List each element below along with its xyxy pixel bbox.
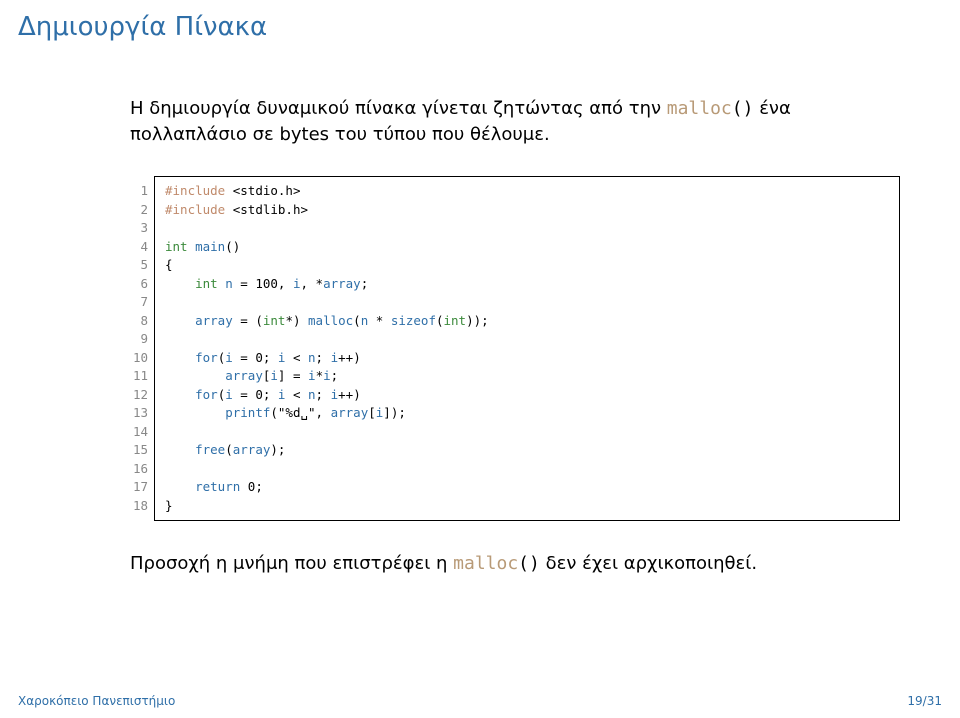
footer: Χαροκόπειο Πανεπιστήμιο 19/31 [0,694,960,708]
outro-malloc: malloc [453,553,518,574]
outro-text: Προσοχή η μνήμη που επιστρέφει η malloc(… [130,551,900,577]
intro-part1: Η δημιουργία δυναμικού πίνακα γίνεται ζη… [130,98,667,119]
line-numbers: 1 2 3 4 5 6 7 8 9 10 11 12 13 14 15 16 1… [130,176,154,521]
footer-left: Χαροκόπειο Πανεπιστήμιο [18,694,175,708]
footer-right: 19/31 [907,694,942,708]
outro-part2: δεν έχει αρχικοποιηθεί. [540,553,757,574]
slide-content: Η δημιουργία δυναμικού πίνακα γίνεται ζη… [0,96,960,577]
slide-title: Δημιουργία Πίνακα [0,12,960,42]
intro-parens: () [732,98,754,119]
outro-part1: Προσοχή η μνήμη που επιστρέφει η [130,553,453,574]
code-listing: #include <stdio.h> #include <stdlib.h> i… [154,176,900,521]
intro-malloc: malloc [667,98,732,119]
outro-parens: () [518,553,540,574]
slide: Δημιουργία Πίνακα Η δημιουργία δυναμικού… [0,0,960,718]
intro-text: Η δημιουργία δυναμικού πίνακα γίνεται ζη… [130,96,900,148]
code-block: 1 2 3 4 5 6 7 8 9 10 11 12 13 14 15 16 1… [130,176,900,521]
